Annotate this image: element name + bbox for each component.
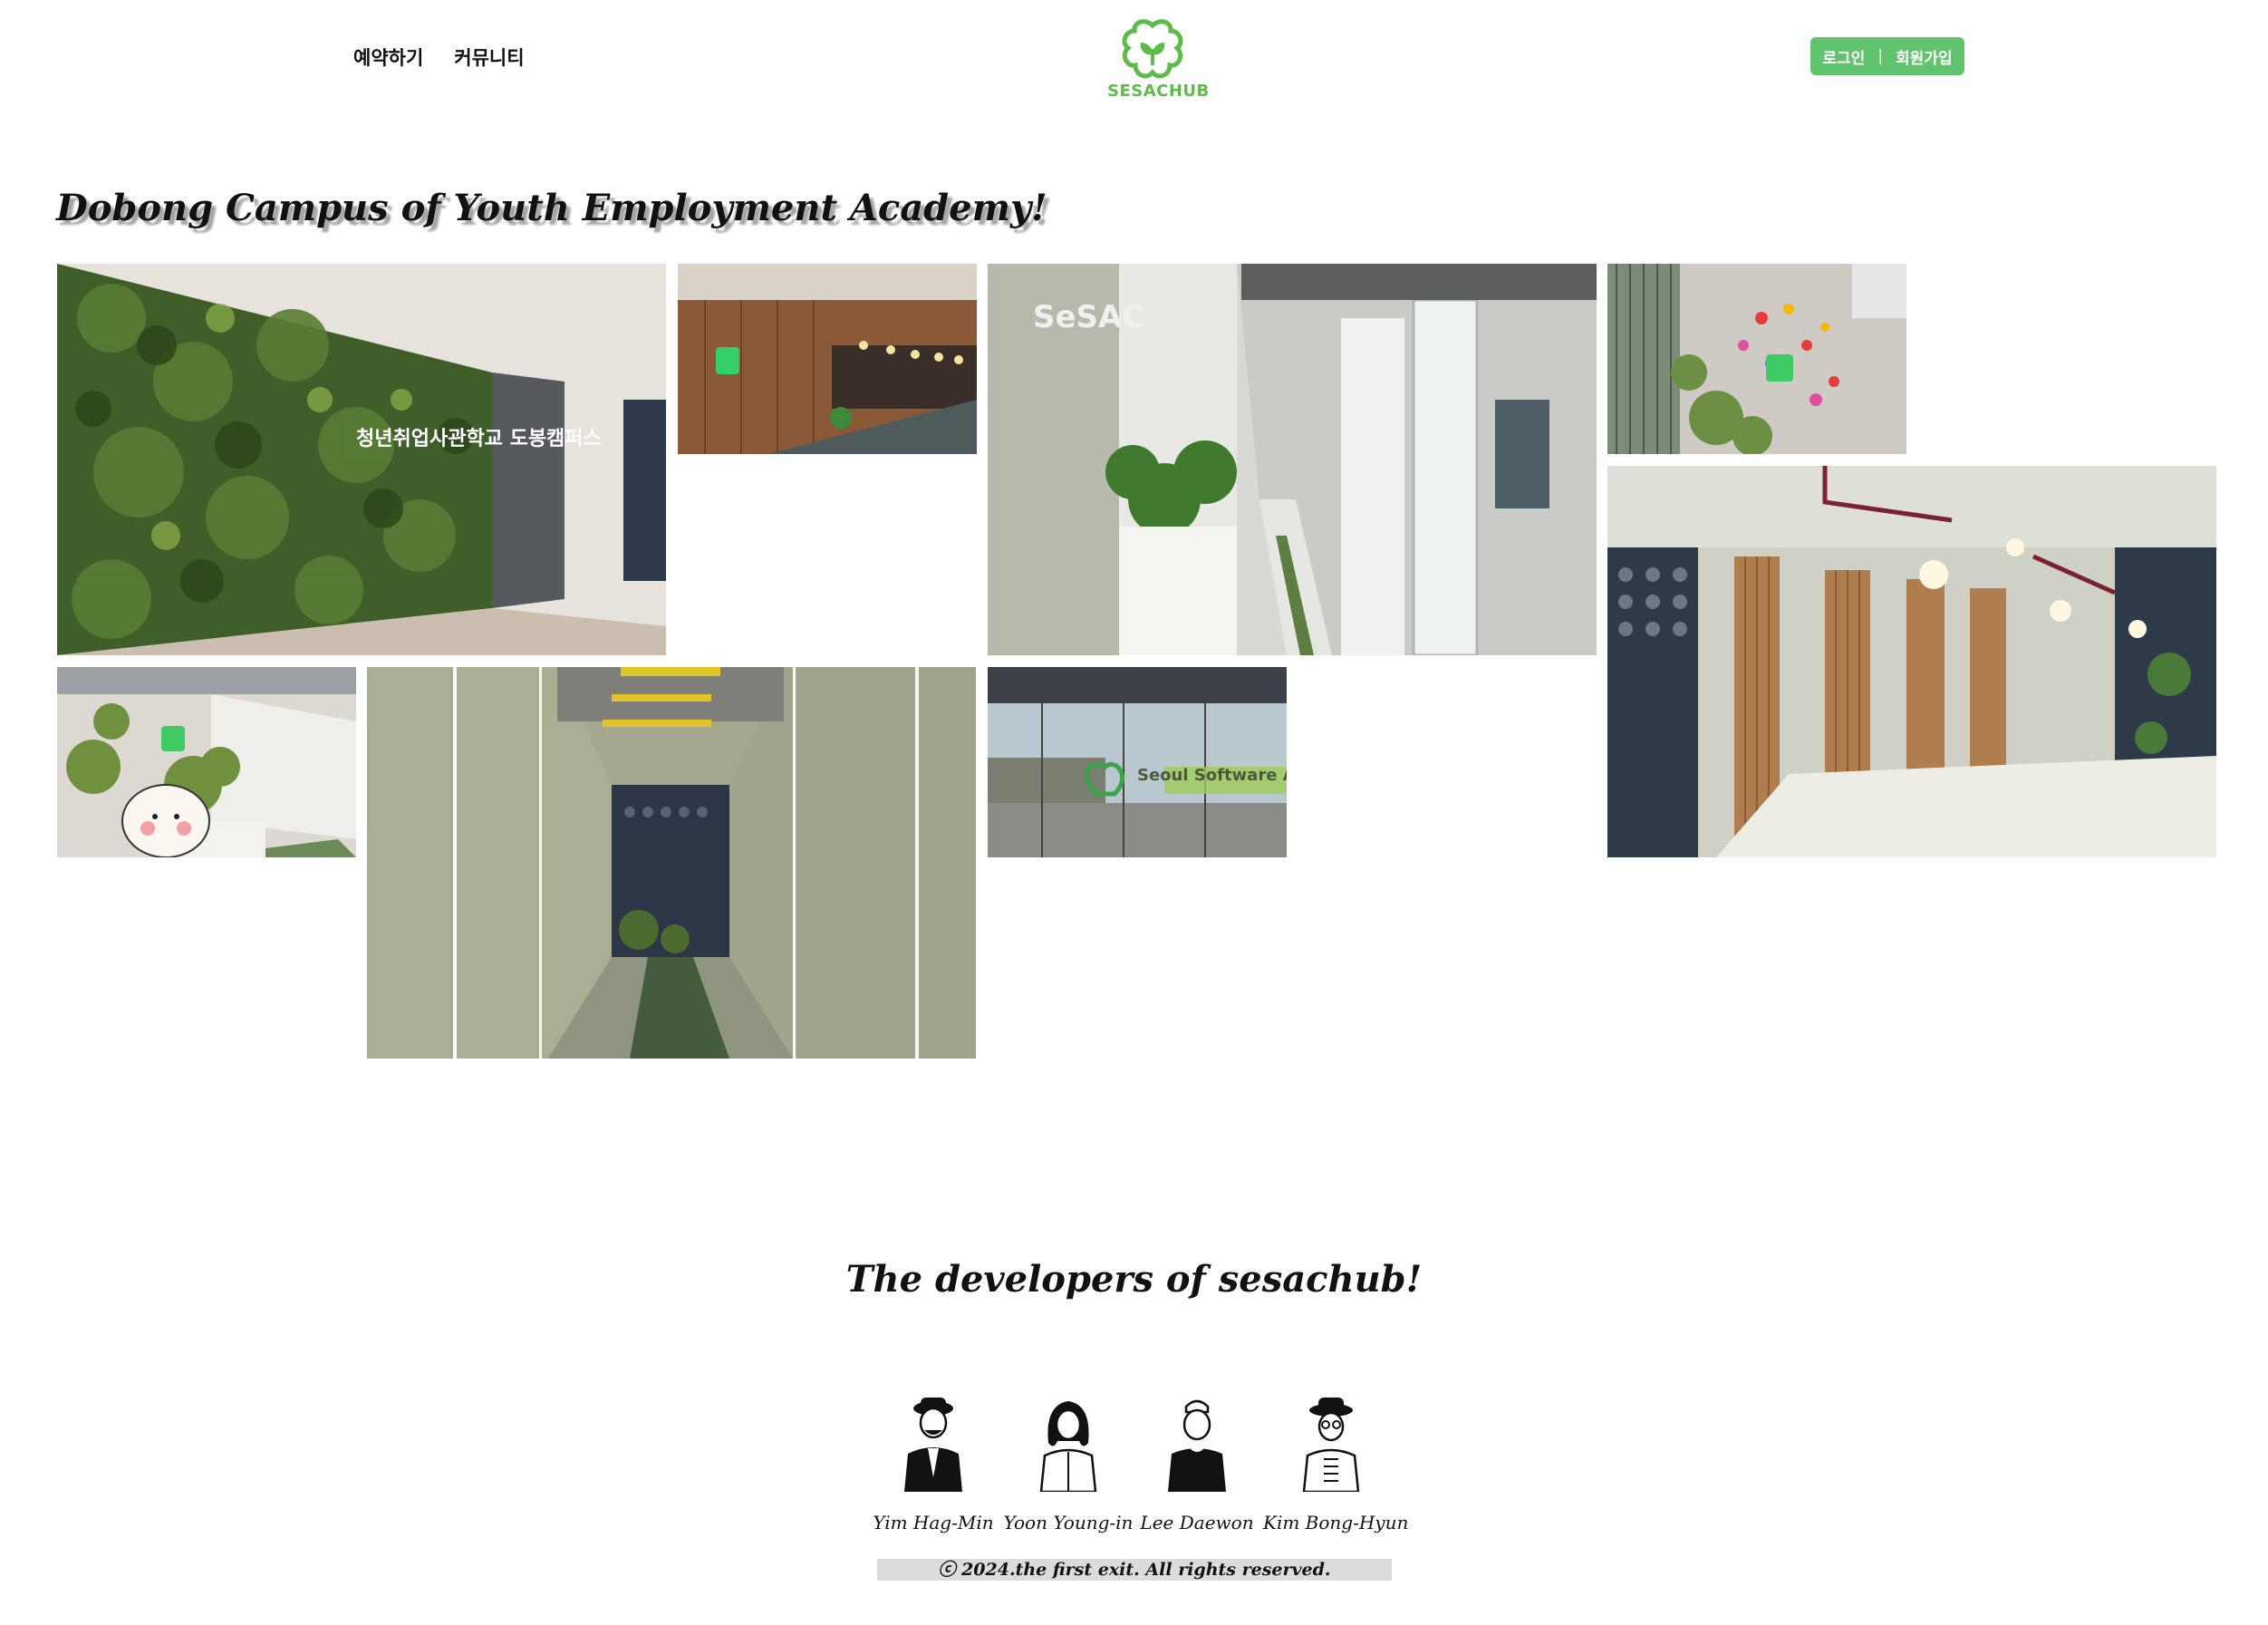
person-long-hair-icon [1039,1401,1097,1492]
developer-name: Yoon Young-in [1003,1512,1134,1533]
green-wall-sign: 청년취업사관학교 도봉캠퍼스 [356,428,602,450]
signup-link[interactable]: 회원가입 [1896,45,1953,68]
campus-photo-green-wall[interactable]: 청년취업사관학교 도봉캠퍼스 [57,264,666,655]
person-with-hat-jacket-icon [904,1398,962,1492]
campus-photo-mascot[interactable] [57,667,356,857]
person-hat-glasses-icon [1302,1398,1360,1492]
academy-glass-sign: Seoul Software Academy [1137,766,1287,785]
developer-card: Kim Bong-Hyun [1263,1396,1409,1533]
logo-wordmark: SESACHUB [1107,82,1210,101]
campus-photo-lounge[interactable] [1607,466,2216,857]
copyright-footer: ⓒ 2024.the first exit. All rights reserv… [877,1559,1392,1581]
main-nav: 예약하기 커뮤니티 [353,44,525,71]
developer-card: Yoon Young-in [1000,1396,1136,1533]
svg-text:SeSAC: SeSAC [1033,299,1144,335]
campus-photo-reception[interactable] [678,264,977,454]
campus-photo-tunnel[interactable] [367,667,976,1059]
campus-photo-glass-sign[interactable]: Seoul Software Academy [988,667,1287,857]
auth-box: 로그인 | 회원가입 [1810,37,1964,75]
developer-card: Lee Daewon [1129,1396,1265,1533]
developers-title: The developers of sesachub! [845,1258,1423,1301]
gallery-title: Dobong Campus of Youth Employment Academ… [56,187,1047,229]
developer-name: Kim Bong-Hyun [1263,1512,1409,1533]
developer-card: Yim Hag-Min [865,1396,1001,1533]
nav-community-link[interactable]: 커뮤니티 [454,44,524,71]
developer-name: Lee Daewon [1140,1512,1254,1533]
sesachub-logo[interactable]: SESACHUB [1107,18,1210,101]
campus-photo-corridor[interactable]: SeSAC [988,264,1597,655]
campus-photo-logo-wall[interactable] [1607,264,1906,454]
login-link[interactable]: 로그인 [1822,45,1865,68]
auth-separator: | [1877,47,1884,65]
clover-leaf-logo-icon [1122,19,1183,79]
developer-name: Yim Hag-Min [873,1512,994,1533]
person-tshirt-icon [1168,1399,1226,1492]
nav-reservation-link[interactable]: 예약하기 [353,44,423,71]
